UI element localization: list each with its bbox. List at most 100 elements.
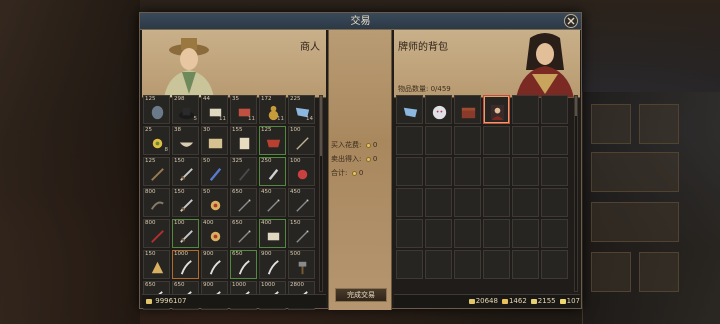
merchant-item-slot[interactable]: 125: [143, 157, 170, 186]
empty-slot[interactable]: [541, 157, 568, 186]
empty-slot[interactable]: [454, 126, 481, 155]
empty-slot[interactable]: [512, 157, 539, 186]
hammer-icon: [298, 261, 307, 275]
merchant-item-slot[interactable]: 155: [230, 126, 257, 155]
item-price: 225: [290, 96, 301, 102]
needle-icon: [296, 137, 309, 150]
merchant-item-slot[interactable]: 125: [259, 126, 286, 155]
merchant-item-slot[interactable]: 150: [172, 188, 199, 217]
empty-slot[interactable]: [396, 250, 423, 279]
empty-slot[interactable]: [425, 188, 452, 217]
empty-slot[interactable]: [425, 126, 452, 155]
merchant-item-slot[interactable]: 800: [143, 219, 170, 248]
merchant-item-slot[interactable]: 1000: [172, 250, 199, 279]
empty-slot[interactable]: [541, 219, 568, 248]
merchant-item-slot[interactable]: 125: [143, 95, 170, 124]
mask-icon: [151, 105, 164, 120]
player-item-slot[interactable]: [454, 95, 481, 124]
empty-slot[interactable]: [425, 250, 452, 279]
complete-trade-button[interactable]: 完成交易: [335, 288, 387, 302]
empty-slot[interactable]: [425, 157, 452, 186]
merchant-item-slot[interactable]: 800: [143, 188, 170, 217]
merchant-item-slot[interactable]: 500: [288, 250, 315, 279]
player-item-slot[interactable]: [483, 95, 510, 124]
player-scrollbar[interactable]: [574, 95, 578, 292]
merchant-item-slot[interactable]: 50: [201, 188, 228, 217]
buy-cost-label: 买入花费:: [331, 141, 362, 149]
merchant-item-slot[interactable]: 450: [288, 188, 315, 217]
merchant-item-slot[interactable]: 650: [230, 188, 257, 217]
item-price: 650: [145, 282, 156, 288]
merchant-scrollbar[interactable]: [319, 95, 323, 292]
empty-slot[interactable]: [425, 219, 452, 248]
merchant-item-slot[interactable]: 225 14: [288, 95, 315, 124]
merchant-item-slot[interactable]: 100: [172, 219, 199, 248]
item-price: 150: [174, 158, 185, 164]
player-item-slot[interactable]: [396, 95, 423, 124]
merchant-item-slot[interactable]: 100: [288, 126, 315, 155]
empty-slot[interactable]: [483, 126, 510, 155]
empty-slot[interactable]: [512, 95, 539, 124]
currency-item: 107: [559, 295, 580, 308]
merchant-item-slot[interactable]: 30: [201, 126, 228, 155]
merchant-item-slot[interactable]: 900: [259, 250, 286, 279]
item-price: 650: [232, 251, 243, 257]
trade-dialog: 交易 商人 牌师的背包 物品数量: 0/459 买入花费: 0 卖出得入: 0 …: [139, 12, 582, 310]
empty-slot[interactable]: [541, 250, 568, 279]
merchant-item-slot[interactable]: 325: [230, 157, 257, 186]
merchant-item-slot[interactable]: 900: [201, 250, 228, 279]
saber-icon: [209, 260, 221, 275]
merchant-item-slot[interactable]: 38: [172, 126, 199, 155]
sell-income-label: 卖出得入:: [331, 155, 362, 163]
empty-slot[interactable]: [483, 188, 510, 217]
empty-slot[interactable]: [483, 250, 510, 279]
merchant-item-slot[interactable]: 50: [201, 157, 228, 186]
merchant-item-slot[interactable]: 400: [259, 219, 286, 248]
item-price: 450: [261, 189, 272, 195]
empty-slot[interactable]: [454, 157, 481, 186]
merchant-item-slot[interactable]: 150: [143, 250, 170, 279]
merchant-name: 商人: [300, 42, 320, 53]
empty-slot[interactable]: [512, 250, 539, 279]
player-item-slot[interactable]: [425, 95, 452, 124]
spear-icon: [238, 230, 251, 243]
merchant-item-slot[interactable]: 150: [288, 219, 315, 248]
empty-slot[interactable]: [512, 219, 539, 248]
merchant-item-slot[interactable]: 25 8: [143, 126, 170, 155]
empty-slot[interactable]: [541, 126, 568, 155]
item-price: 900: [261, 251, 272, 257]
close-button[interactable]: [564, 14, 578, 28]
merchant-item-slot[interactable]: 172 11: [259, 95, 286, 124]
empty-slot[interactable]: [541, 188, 568, 217]
empty-slot[interactable]: [454, 188, 481, 217]
empty-slot[interactable]: [512, 126, 539, 155]
lion-icon: [432, 105, 447, 120]
merchant-item-slot[interactable]: 250: [259, 157, 286, 186]
empty-slot[interactable]: [396, 188, 423, 217]
merchant-item-slot[interactable]: 44 11: [201, 95, 228, 124]
player-header: 牌师的背包 物品数量: 0/459: [394, 30, 580, 98]
merchant-item-slot[interactable]: 450: [259, 188, 286, 217]
currency-value: 1462: [508, 297, 527, 305]
merchant-item-slot[interactable]: 298 5: [172, 95, 199, 124]
merchant-item-slot[interactable]: 100: [288, 157, 315, 186]
merchant-item-slot[interactable]: 650: [230, 250, 257, 279]
item-price: 400: [261, 220, 272, 226]
player-item-count: 物品数量: 0/459: [398, 85, 451, 93]
empty-slot[interactable]: [541, 95, 568, 124]
item-price: 30: [203, 127, 210, 133]
merchant-item-slot[interactable]: 650: [230, 219, 257, 248]
empty-slot[interactable]: [483, 157, 510, 186]
item-quantity: 11: [277, 116, 284, 122]
empty-slot[interactable]: [483, 219, 510, 248]
empty-slot[interactable]: [396, 157, 423, 186]
empty-slot[interactable]: [454, 250, 481, 279]
empty-slot[interactable]: [454, 219, 481, 248]
item-price: 650: [232, 189, 243, 195]
empty-slot[interactable]: [512, 188, 539, 217]
merchant-item-slot[interactable]: 35 11: [230, 95, 257, 124]
merchant-item-slot[interactable]: 400: [201, 219, 228, 248]
empty-slot[interactable]: [396, 126, 423, 155]
empty-slot[interactable]: [396, 219, 423, 248]
merchant-item-slot[interactable]: 150: [172, 157, 199, 186]
